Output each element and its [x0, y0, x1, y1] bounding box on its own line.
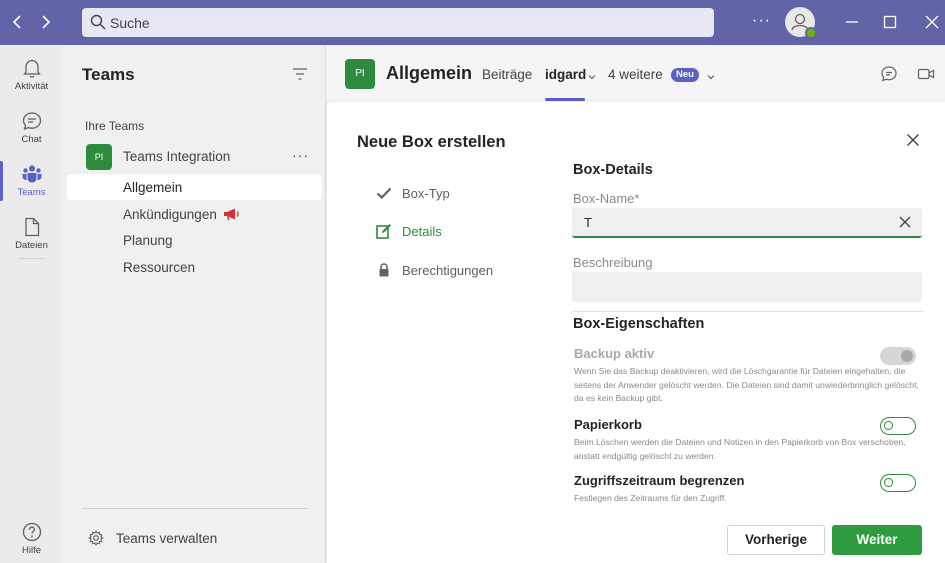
- rail-item-files[interactable]: Dateien: [0, 208, 63, 258]
- rail-label: Dateien: [15, 240, 48, 251]
- backup-description: Wenn Sie das Backup deaktivieren, wird d…: [574, 366, 919, 403]
- search-input[interactable]: Suche: [82, 8, 714, 37]
- minimize-icon[interactable]: [842, 12, 862, 32]
- channel-title: Allgemein: [386, 63, 473, 83]
- properties-heading: Box-Eigenschaften: [573, 316, 705, 332]
- megaphone-icon: [222, 207, 240, 221]
- close-window-icon[interactable]: [922, 12, 942, 32]
- forward-arrow-icon[interactable]: [33, 10, 57, 34]
- clear-icon[interactable]: [898, 215, 912, 229]
- search-icon: [90, 14, 106, 30]
- edit-icon: [376, 223, 392, 239]
- teams-list-panel: Teams Ihre Teams PI Teams Integration ··…: [63, 45, 326, 563]
- rail-item-help[interactable]: Hilfe: [0, 513, 63, 563]
- chevron-down-icon[interactable]: [706, 69, 716, 80]
- create-box-dialog: Neue Box erstellen Box-Typ Details Berec…: [327, 102, 945, 563]
- rail-item-teams[interactable]: Teams: [0, 155, 63, 205]
- box-name-label: Box-Name*: [573, 191, 640, 206]
- channel-label: Ankündigungen: [123, 207, 217, 222]
- avatar[interactable]: [785, 7, 817, 39]
- video-camera-icon[interactable]: [917, 65, 935, 83]
- channel-header: PI Allgemein Beiträge idgard 4 weitere N…: [326, 45, 945, 102]
- box-name-value: T: [584, 215, 592, 230]
- channel-item-ankuendigungen[interactable]: Ankündigungen: [67, 201, 322, 227]
- checkmark-icon: [376, 185, 392, 201]
- lock-icon: [376, 262, 392, 278]
- team-more-options-icon[interactable]: ···: [292, 147, 309, 163]
- close-icon[interactable]: [905, 132, 921, 148]
- channel-label: Ressourcen: [123, 260, 196, 275]
- bell-icon: [21, 57, 43, 79]
- title-bar: Suche ···: [0, 0, 945, 45]
- search-placeholder: Suche: [110, 15, 150, 31]
- team-name[interactable]: Teams Integration: [123, 149, 230, 164]
- channel-avatar: PI: [345, 59, 375, 89]
- tab-idgard[interactable]: idgard: [545, 67, 586, 82]
- rail-label: Hilfe: [21, 545, 41, 556]
- zugriffszeitraum-toggle[interactable]: [880, 474, 916, 492]
- backup-label: Backup aktiv: [574, 346, 655, 361]
- panel-title: Teams: [82, 65, 135, 84]
- channel-item-allgemein[interactable]: Allgemein: [67, 174, 322, 200]
- team-avatar: PI: [86, 144, 112, 170]
- conversation-icon[interactable]: [880, 65, 898, 83]
- rail-divider: [18, 258, 45, 259]
- new-badge: Neu: [671, 68, 699, 82]
- next-button[interactable]: Weiter: [832, 525, 922, 555]
- box-name-input[interactable]: T: [572, 208, 922, 238]
- teams-icon: [21, 163, 43, 185]
- panel-divider: [82, 508, 307, 509]
- chevron-down-icon[interactable]: [587, 69, 597, 80]
- step-label: Berechtigungen: [402, 263, 494, 278]
- rail-label: Aktivität: [14, 81, 49, 92]
- filter-icon[interactable]: [292, 67, 308, 81]
- channel-item-ressourcen[interactable]: Ressourcen: [67, 254, 322, 280]
- app-rail: Aktivität Chat Teams Dateien Hilfe: [0, 45, 63, 563]
- zugriffszeitraum-description: Festlegen des Zeitraums für den Zugriff.: [574, 493, 727, 503]
- back-arrow-icon[interactable]: [6, 10, 30, 34]
- channel-label: Allgemein: [123, 180, 183, 195]
- section-heading: Ihre Teams: [85, 119, 145, 133]
- gear-icon: [88, 530, 104, 546]
- section-divider: [573, 311, 923, 312]
- description-input[interactable]: [572, 272, 922, 302]
- papierkorb-label: Papierkorb: [574, 417, 642, 432]
- presence-available-icon: [805, 27, 817, 39]
- active-tab-indicator: [545, 98, 585, 101]
- channel-label: Planung: [123, 233, 173, 248]
- maximize-icon[interactable]: [880, 12, 900, 32]
- papierkorb-description: Beim Löschen werden die Dateien und Noti…: [574, 437, 906, 461]
- papierkorb-toggle[interactable]: [880, 417, 916, 435]
- rail-label: Teams: [17, 187, 46, 198]
- rail-item-activity[interactable]: Aktivität: [0, 49, 63, 99]
- step-label: Details: [402, 224, 442, 239]
- rail-item-chat[interactable]: Chat: [0, 102, 63, 152]
- file-icon: [21, 216, 43, 238]
- backup-toggle: [880, 347, 916, 365]
- tab-more[interactable]: 4 weitere: [608, 67, 663, 82]
- tab-beitraege[interactable]: Beiträge: [482, 67, 532, 82]
- help-icon: [21, 521, 43, 543]
- details-heading: Box-Details: [573, 162, 653, 178]
- rail-label: Chat: [21, 134, 42, 145]
- step-label: Box-Typ: [402, 186, 450, 201]
- chat-icon: [21, 110, 43, 132]
- zugriffszeitraum-label: Zugriffszeitraum begrenzen: [574, 473, 745, 488]
- dialog-title: Neue Box erstellen: [357, 133, 506, 151]
- channel-item-planung[interactable]: Planung: [67, 227, 322, 253]
- description-label: Beschreibung: [573, 255, 653, 270]
- manage-teams-label: Teams verwalten: [116, 531, 218, 546]
- previous-button[interactable]: Vorherige: [727, 525, 825, 555]
- more-options-icon[interactable]: ···: [752, 12, 771, 30]
